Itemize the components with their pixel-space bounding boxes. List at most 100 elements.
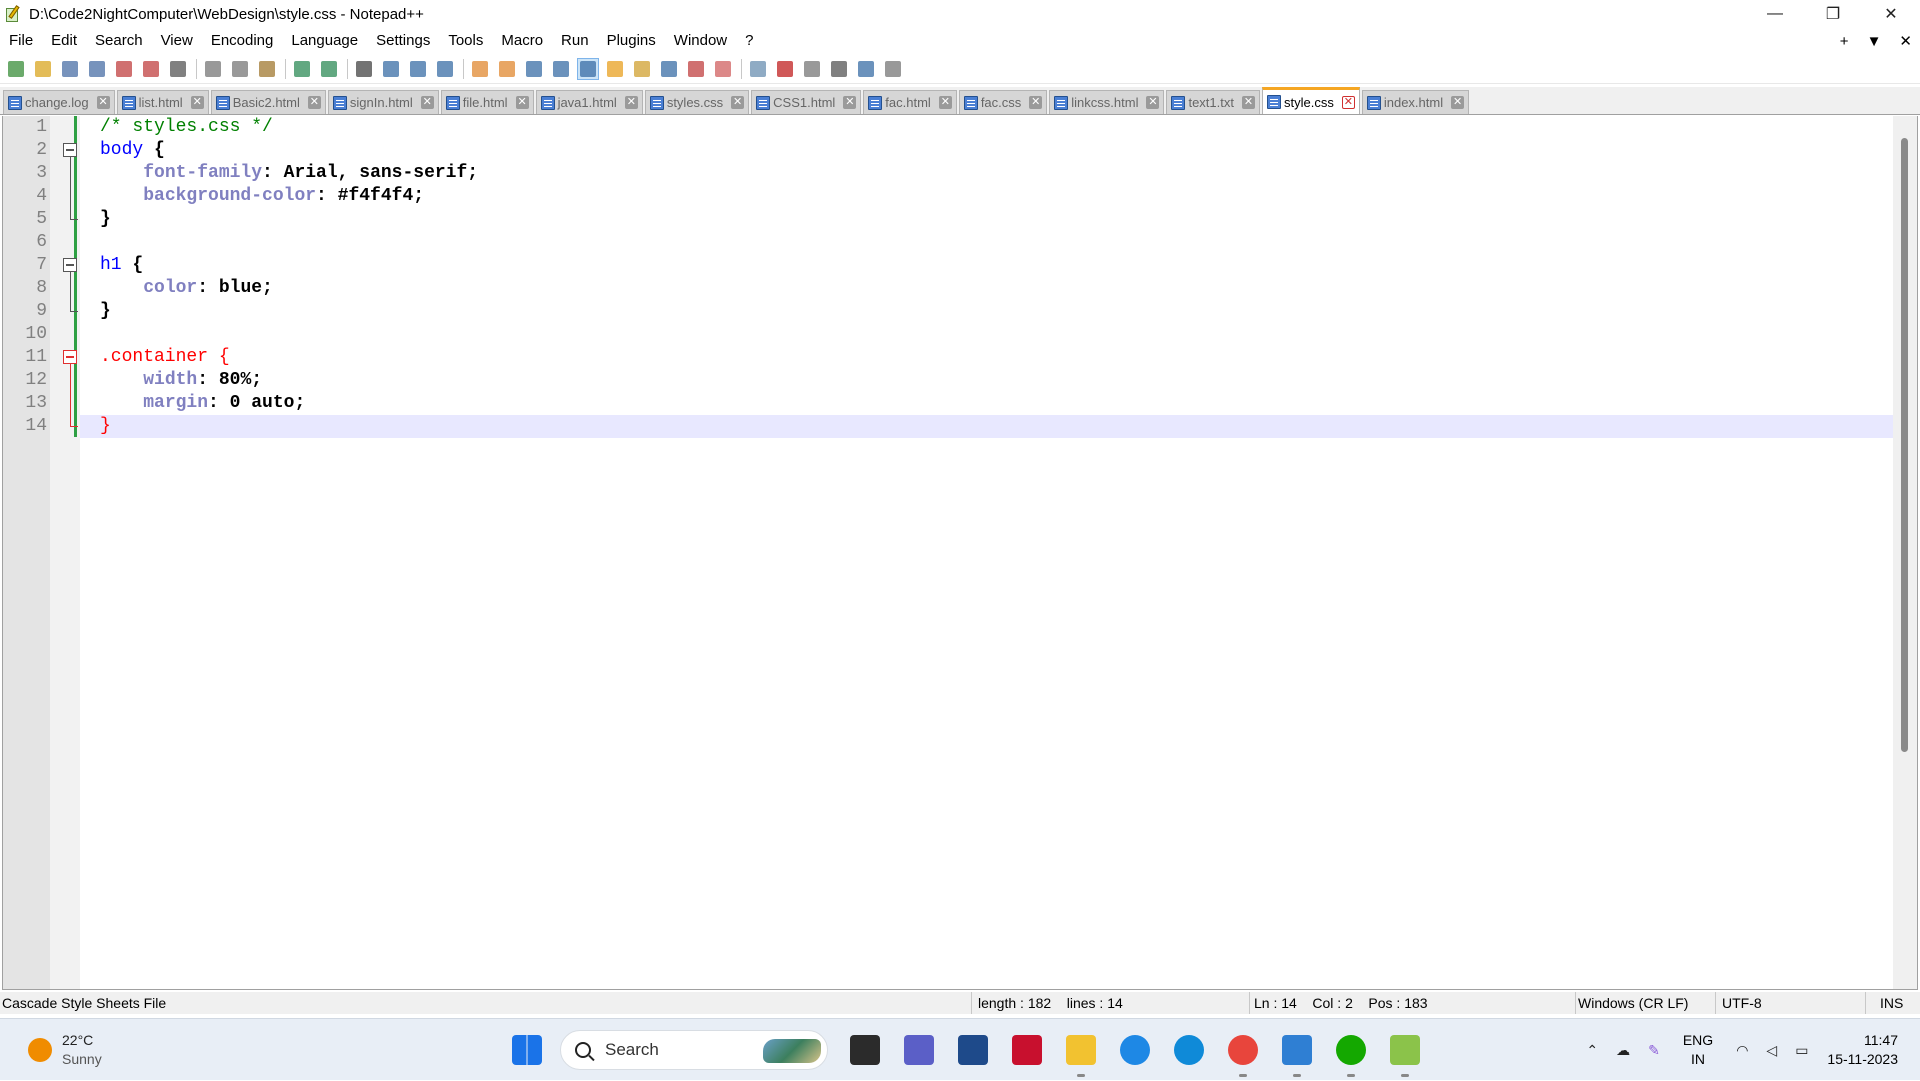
- undo-button[interactable]: [291, 58, 313, 80]
- fold-toggle-icon[interactable]: [63, 143, 77, 157]
- menu-view[interactable]: View: [152, 28, 202, 54]
- teams-chat-taskbar-button[interactable]: [892, 1019, 946, 1081]
- task-view-taskbar-button[interactable]: [838, 1019, 892, 1081]
- tab-close-icon[interactable]: ✕: [624, 96, 638, 109]
- tab-close-icon[interactable]: ✕: [731, 96, 745, 109]
- fold-toggle-icon[interactable]: [63, 258, 77, 272]
- print-button[interactable]: [167, 58, 189, 80]
- restore-button[interactable]: ❐: [1804, 0, 1862, 28]
- tab-fac-css[interactable]: fac.css ✕: [958, 90, 1048, 114]
- notepad-plus-plus-taskbar-button[interactable]: [1378, 1019, 1432, 1081]
- run-macro-multiple-button[interactable]: [855, 58, 877, 80]
- tab-close-icon[interactable]: ✕: [1451, 96, 1465, 109]
- menu-macro[interactable]: Macro: [492, 28, 552, 54]
- tab-close-icon[interactable]: ✕: [843, 96, 857, 109]
- tab-close-icon[interactable]: ✕: [1242, 96, 1255, 109]
- close-document-button[interactable]: ✕: [1899, 32, 1912, 50]
- menu-run[interactable]: Run: [552, 28, 598, 54]
- record-macro-button[interactable]: [774, 58, 796, 80]
- indent-guide-button[interactable]: [577, 57, 599, 80]
- menu-language[interactable]: Language: [282, 28, 367, 54]
- code-line[interactable]: 4 background-color: #f4f4f4;: [36, 185, 1893, 208]
- status-eol[interactable]: Windows (CR LF): [1576, 992, 1716, 1014]
- tab-close-icon[interactable]: ✕: [190, 96, 204, 109]
- tab-list-html[interactable]: list.html ✕: [116, 90, 209, 114]
- find-button[interactable]: [353, 58, 375, 80]
- vertical-scrollbar[interactable]: [1893, 116, 1917, 989]
- menu-file[interactable]: File: [0, 28, 42, 54]
- minimize-button[interactable]: —: [1746, 0, 1804, 28]
- tab-close-icon[interactable]: ✕: [1146, 96, 1160, 109]
- fold-toggle-icon[interactable]: [63, 350, 77, 364]
- weather-widget[interactable]: 22°C Sunny: [28, 1031, 102, 1069]
- tab-css1-html[interactable]: CSS1.html ✕: [751, 90, 862, 114]
- pen-icon[interactable]: ✎: [1648, 1042, 1660, 1059]
- tab-close-icon[interactable]: ✕: [938, 96, 952, 109]
- open-file-button[interactable]: [32, 58, 54, 80]
- mcafee-taskbar-button[interactable]: [1000, 1019, 1054, 1081]
- taskbar-search-box[interactable]: Search: [560, 1030, 828, 1070]
- redo-button[interactable]: [318, 58, 340, 80]
- tab-file-html[interactable]: file.html ✕: [440, 90, 534, 114]
- tab-signin-html[interactable]: signIn.html ✕: [327, 90, 439, 114]
- edge-taskbar-button[interactable]: [1162, 1019, 1216, 1081]
- status-insert-mode[interactable]: INS: [1866, 992, 1920, 1014]
- volume-icon[interactable]: ◁: [1766, 1042, 1777, 1059]
- menu-search[interactable]: Search: [86, 28, 152, 54]
- tab-change-log[interactable]: change.log ✕: [3, 90, 115, 114]
- code-line[interactable]: 11 .container {: [25, 346, 1893, 369]
- word-wrap-button[interactable]: [523, 58, 545, 80]
- sync-vertical-button[interactable]: [469, 58, 491, 80]
- code-line[interactable]: 9}: [36, 300, 1893, 323]
- onedrive-icon[interactable]: ☁: [1616, 1042, 1630, 1059]
- code-line[interactable]: 3 font-family: Arial, sans-serif;: [36, 162, 1893, 185]
- close-all-button[interactable]: [140, 58, 162, 80]
- input-language[interactable]: ENG IN: [1683, 1031, 1713, 1069]
- doc-map-button[interactable]: [631, 58, 653, 80]
- chevron-up-icon[interactable]: ⌃: [1586, 1042, 1598, 1059]
- file-explorer-taskbar-button[interactable]: [1054, 1019, 1108, 1081]
- code-line[interactable]: 2 body {: [36, 139, 1893, 162]
- copy-button[interactable]: [229, 58, 251, 80]
- editor[interactable]: 1/* styles.css */2 body {3 font-family: A…: [2, 116, 1918, 990]
- tab-close-icon[interactable]: ✕: [1029, 96, 1043, 109]
- save-macro-button[interactable]: [882, 58, 904, 80]
- monitoring-button[interactable]: [712, 58, 734, 80]
- chrome-taskbar-button[interactable]: [1216, 1019, 1270, 1081]
- battery-icon[interactable]: ▭: [1795, 1042, 1808, 1059]
- tab-styles-css[interactable]: styles.css ✕: [644, 90, 750, 114]
- code-line[interactable]: 7 h1 {: [36, 254, 1893, 277]
- new-tab-button[interactable]: +: [1840, 33, 1849, 50]
- tab-close-icon[interactable]: ✕: [515, 96, 529, 109]
- code-line[interactable]: 1 /* styles.css */: [36, 116, 1893, 139]
- save-button[interactable]: [59, 58, 81, 80]
- code-line[interactable]: 6: [36, 231, 1893, 254]
- stop-macro-button[interactable]: [801, 58, 823, 80]
- cut-button[interactable]: [202, 58, 224, 80]
- code-line[interactable]: 13 margin: 0 auto;: [25, 392, 1893, 415]
- tab-linkcss-html[interactable]: linkcss.html ✕: [1049, 90, 1165, 114]
- start-taskbar-button[interactable]: [500, 1019, 554, 1081]
- function-list-button[interactable]: [658, 58, 680, 80]
- tab-close-icon[interactable]: ✕: [420, 96, 434, 109]
- menu-edit[interactable]: Edit: [42, 28, 86, 54]
- tab-style-css[interactable]: style.css ✕: [1262, 87, 1360, 114]
- upwork-taskbar-button[interactable]: [1324, 1019, 1378, 1081]
- tab-index-html[interactable]: index.html ✕: [1361, 90, 1470, 114]
- code-line[interactable]: 14}: [25, 415, 1893, 438]
- tab-close-icon[interactable]: ✕: [1341, 95, 1355, 109]
- tab-close-icon[interactable]: ✕: [96, 96, 110, 109]
- close-window-button[interactable]: ✕: [1862, 0, 1920, 28]
- code-line[interactable]: 5}: [36, 208, 1893, 231]
- code-line[interactable]: 12 width: 80%;: [25, 369, 1893, 392]
- menu-tools[interactable]: Tools: [439, 28, 492, 54]
- code-line[interactable]: 8 color: blue;: [36, 277, 1893, 300]
- menu-encoding[interactable]: Encoding: [202, 28, 283, 54]
- eye-button[interactable]: [747, 58, 769, 80]
- code-line[interactable]: 10: [25, 323, 1893, 346]
- folder-workspace-button[interactable]: [685, 58, 707, 80]
- play-macro-button[interactable]: [828, 58, 850, 80]
- menu-window[interactable]: Window: [665, 28, 736, 54]
- tab-close-icon[interactable]: ✕: [307, 96, 321, 109]
- tab-basic2-html[interactable]: Basic2.html ✕: [210, 90, 326, 114]
